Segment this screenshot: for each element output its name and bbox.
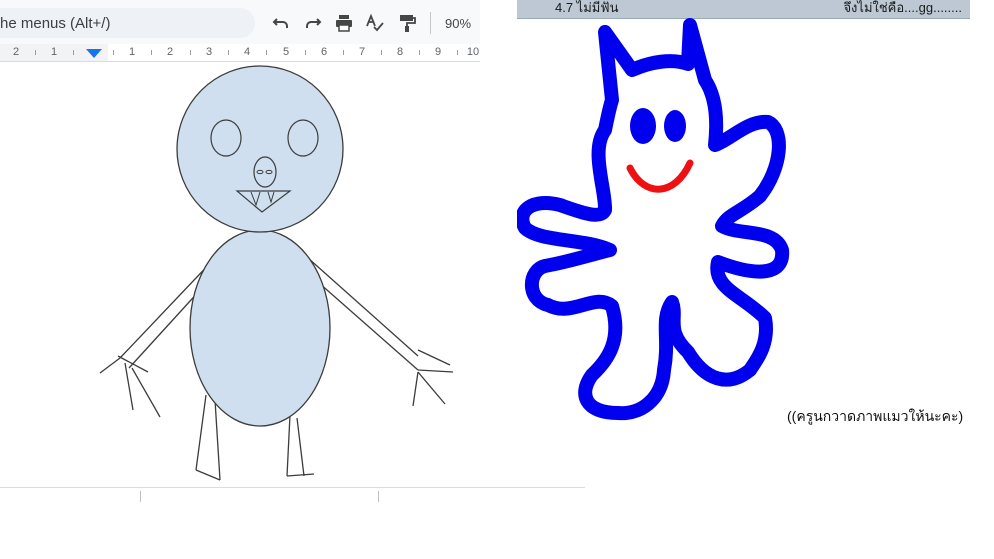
- ruler-label: 4: [243, 46, 251, 58]
- cat-outline: [517, 18, 790, 421]
- ruler-tick: [266, 50, 267, 55]
- ruler-tick: [228, 50, 229, 55]
- cat-drawing: [517, 18, 790, 421]
- ruler-tick: [35, 50, 36, 55]
- ruler-label: 2: [12, 46, 20, 58]
- ruler-label: 9: [434, 46, 442, 58]
- ruler-label: 3: [205, 46, 213, 58]
- ruler-tick: [381, 50, 382, 55]
- paint-format-button[interactable]: [396, 12, 418, 34]
- cat-smile: [626, 159, 694, 193]
- drawing-caption: ((ครูนกวาดภาพแมวให้นะคะ): [787, 408, 964, 424]
- ruler-label: 1: [50, 46, 58, 58]
- figure-body: [189, 229, 331, 427]
- worksheet-header-row: 4.7 ไม่มีฟัน จึงไม่ใช่คือ....gg........: [517, 0, 970, 19]
- ruler-label: 1: [128, 46, 136, 58]
- ruler-tick: [151, 50, 152, 55]
- ruler-tick: [190, 50, 191, 55]
- zoom-select[interactable]: 90%: [437, 12, 479, 34]
- spellcheck-button[interactable]: [364, 12, 386, 34]
- ruler-tick: [419, 50, 420, 55]
- ruler-label: 7: [358, 46, 366, 58]
- page-guide-mark: [140, 491, 141, 502]
- figure-head: [176, 65, 344, 233]
- toolbar-separator: [430, 12, 431, 34]
- print-icon: [336, 15, 352, 32]
- zoom-value: 90%: [444, 15, 472, 31]
- spellcheck-icon: [366, 13, 384, 32]
- ruler-label: 8: [396, 46, 404, 58]
- header-answer-text: จึงไม่ใช่คือ....gg........: [843, 0, 962, 15]
- redo-button[interactable]: [302, 12, 324, 34]
- redo-icon: [306, 18, 322, 28]
- print-button[interactable]: [333, 12, 355, 34]
- ruler-label: 2: [166, 46, 174, 58]
- menu-search-text: he menus (Alt+/): [0, 14, 111, 32]
- ruler-label: 6: [320, 46, 328, 58]
- paint-format-icon: [400, 15, 416, 32]
- undo-icon: [272, 18, 288, 28]
- ruler-label: 5: [282, 46, 290, 58]
- ruler-tick: [305, 50, 306, 55]
- document-pane: he menus (Alt+/) 90% 2 1 1 2 3 4 5 6 7 8…: [0, 0, 585, 559]
- ruler-tick: [113, 50, 114, 55]
- ruler-tick: [73, 50, 74, 55]
- horizontal-ruler[interactable]: 2 1 1 2 3 4 5 6 7 8 9 10: [0, 44, 480, 62]
- docs-toolbar: he menus (Alt+/) 90%: [0, 0, 480, 44]
- undo-button[interactable]: [270, 12, 292, 34]
- stick-figure-drawing: [99, 65, 454, 481]
- ruler-tick: [457, 50, 458, 55]
- page-bottom-edge: [0, 487, 585, 488]
- indent-marker-icon[interactable]: [86, 49, 102, 58]
- ruler-tick: [343, 50, 344, 55]
- menu-search-box[interactable]: he menus (Alt+/): [0, 8, 255, 38]
- header-item-text: 4.7 ไม่มีฟัน: [555, 0, 619, 15]
- cat-left-eye: [630, 108, 656, 144]
- cat-right-eye: [664, 110, 686, 142]
- ruler-label: 10: [466, 46, 480, 58]
- page-guide-mark: [378, 491, 379, 502]
